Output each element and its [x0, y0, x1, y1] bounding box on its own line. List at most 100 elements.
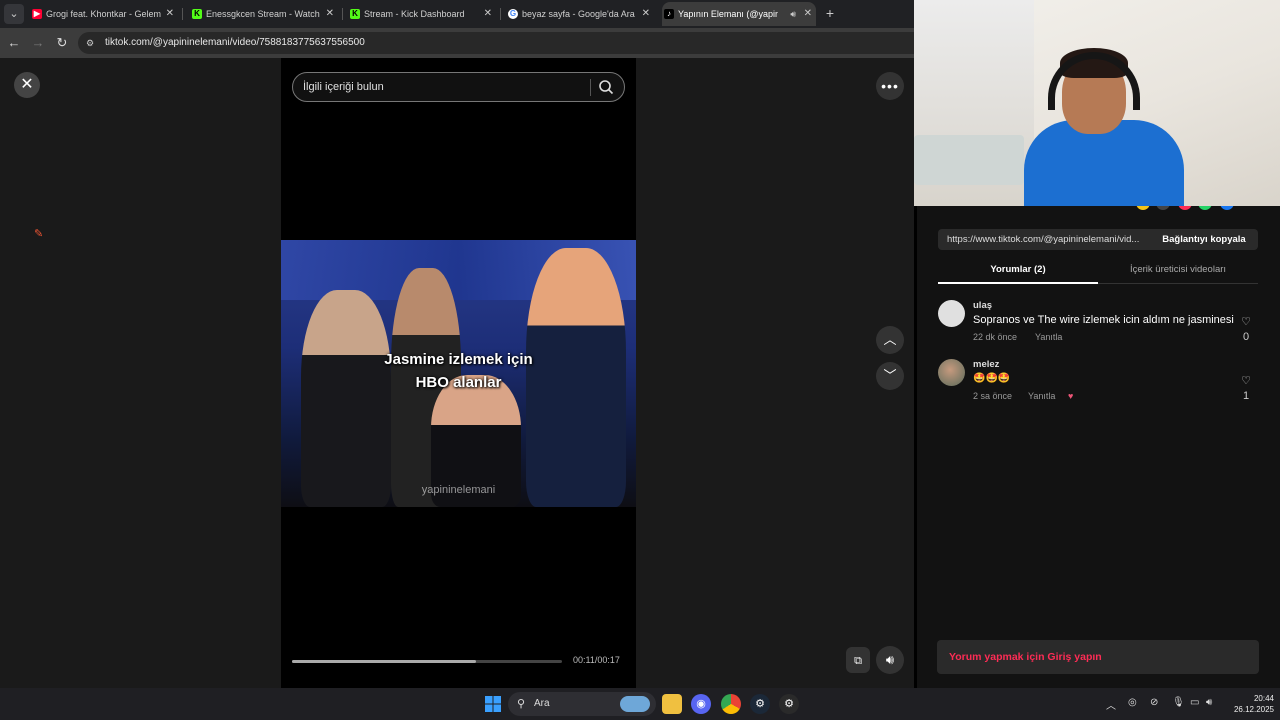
- comment-time: 2 sa önce: [973, 391, 1013, 401]
- creator-liked-icon: ♥: [1068, 391, 1074, 401]
- floating-player-button[interactable]: ⧉: [846, 647, 870, 673]
- kick-icon: K: [350, 9, 360, 19]
- comment-text: 🤩🤩🤩: [973, 373, 1011, 384]
- taskbar-clock[interactable]: 20:44 26.12.2025: [1228, 693, 1274, 715]
- reply-button[interactable]: Yanıtla: [1035, 332, 1062, 342]
- search-highlight-icon: [620, 696, 650, 712]
- tab-kick-stream[interactable]: K Enessgkcen Stream - Watch Live ✕: [190, 2, 338, 26]
- search-divider: [590, 79, 591, 96]
- video-column: İlgili içeriği bulun Jasmine izlemek içi…: [281, 58, 636, 688]
- share-link-url[interactable]: https://www.tiktok.com/@yapininelemani/v…: [947, 229, 1152, 250]
- address-bar[interactable]: ⚙ tiktok.com/@yapininelemani/video/75881…: [78, 32, 914, 54]
- comment-like-count: 1: [1242, 390, 1250, 402]
- video-time: 00:11/00:17: [573, 655, 620, 665]
- tiktok-page: ✕ ✎ İlgili içeriği bulun Jasmine izlemek…: [0, 58, 914, 688]
- close-tab-icon[interactable]: ✕: [326, 2, 334, 26]
- close-tab-icon[interactable]: ✕: [804, 2, 812, 26]
- tab-title: Stream - Kick Dashboard: [364, 9, 465, 19]
- video-player[interactable]: Jasmine izlemek için HBO alanlar yapinin…: [281, 240, 636, 507]
- tab-creator-videos[interactable]: İçerik üreticisi videoları: [1098, 258, 1258, 282]
- youtube-icon: ▶: [32, 9, 42, 19]
- tab-tiktok[interactable]: ♪ Yapının Elemanı (@yapininelemani) 🔊︎ ✕: [662, 2, 816, 26]
- taskbar-search-label: Ara: [534, 698, 550, 709]
- previous-video-button[interactable]: ︿: [876, 326, 904, 354]
- browser-toolbar: ← → ↻ ⚙ tiktok.com/@yapininelemani/video…: [0, 28, 914, 58]
- taskbar-search[interactable]: ⚲ Ara: [508, 692, 656, 716]
- speaker-icon[interactable]: 🔊︎: [790, 2, 796, 26]
- tab-youtube[interactable]: ▶ Grogi feat. Khontkar - Gelemem ✕: [30, 2, 178, 26]
- comment-like-count: 0: [1242, 331, 1250, 343]
- close-video-button[interactable]: ✕: [14, 72, 40, 98]
- more-options-button[interactable]: •••: [876, 72, 904, 100]
- tray-network-icon[interactable]: ⊘: [1150, 697, 1158, 708]
- tab-comments[interactable]: Yorumlar (2): [938, 258, 1098, 284]
- video-caption: Jasmine izlemek için HBO alanlar: [281, 348, 636, 394]
- avatar[interactable]: [938, 300, 965, 327]
- discord-icon[interactable]: ◉: [691, 694, 711, 714]
- comment-login-bar[interactable]: Yorum yapmak için Giriş yapın: [937, 640, 1259, 674]
- reload-icon[interactable]: ↻: [52, 33, 72, 53]
- tab-title: Grogi feat. Khontkar - Gelemem: [46, 9, 161, 19]
- tab-google[interactable]: G beyaz sayfa - Google'da Ara ✕: [506, 2, 654, 26]
- close-tab-icon[interactable]: ✕: [642, 2, 650, 26]
- caption-line: HBO alanlar: [415, 374, 502, 391]
- video-watermark: yapininelemani: [421, 484, 496, 496]
- site-info-icon[interactable]: ⚙: [86, 37, 98, 49]
- tab-title: beyaz sayfa - Google'da Ara: [522, 9, 635, 19]
- comment-username[interactable]: melez: [973, 359, 999, 370]
- avatar[interactable]: [938, 359, 965, 386]
- tab-separator: [342, 8, 343, 20]
- tray-app-icon[interactable]: ◎: [1128, 697, 1137, 708]
- url-text[interactable]: tiktok.com/@yapininelemani/video/7588183…: [105, 32, 365, 54]
- clock-date: 26.12.2025: [1233, 705, 1274, 714]
- comment-text: Sopranos ve The wire izlemek icin aldım …: [973, 314, 1234, 326]
- back-arrow-icon[interactable]: ←: [4, 33, 24, 53]
- kick-icon: K: [192, 9, 202, 19]
- caption-line: Jasmine izlemek için: [384, 351, 533, 368]
- volume-icon[interactable]: 🔊︎: [1206, 697, 1212, 708]
- comment-item: ulaş Sopranos ve The wire izlemek icin a…: [938, 300, 1258, 355]
- new-tab-button[interactable]: +: [822, 4, 838, 22]
- chrome-icon[interactable]: [721, 694, 741, 714]
- monitor-icon[interactable]: ▭: [1190, 697, 1199, 708]
- search-placeholder: İlgili içeriği bulun: [303, 81, 384, 93]
- file-explorer-icon[interactable]: [662, 694, 682, 714]
- google-icon: G: [508, 9, 518, 19]
- comment-time: 22 dk önce: [973, 332, 1018, 342]
- tab-separator: [182, 8, 183, 20]
- tray-chevron-icon[interactable]: ︿: [1106, 697, 1116, 712]
- comment-item: melez 🤩🤩🤩 2 sa önce Yanıtla ♥ ♡ 1: [938, 359, 1258, 414]
- video-figure: [301, 290, 391, 507]
- next-video-button[interactable]: ﹀: [876, 362, 904, 390]
- video-progress-bar[interactable]: [292, 660, 562, 663]
- tiktok-icon: ♪: [664, 9, 674, 19]
- tab-kick-dashboard[interactable]: K Stream - Kick Dashboard ✕: [348, 2, 496, 26]
- login-prompt[interactable]: Yorum yapmak için Giriş yapın: [949, 640, 1102, 674]
- search-icon[interactable]: [598, 79, 614, 95]
- heart-outline-icon[interactable]: ♡: [1236, 315, 1256, 328]
- settings-app-icon[interactable]: ⚙: [779, 694, 799, 714]
- tab-separator: [500, 8, 501, 20]
- panel-tabs: Yorumlar (2) İçerik üreticisi videoları: [938, 258, 1258, 284]
- webcam-overlay: [914, 0, 1280, 206]
- search-icon: ⚲: [517, 698, 526, 710]
- steam-icon[interactable]: ⚙: [750, 694, 770, 714]
- share-link-row: https://www.tiktok.com/@yapininelemani/v…: [938, 229, 1258, 250]
- related-search-input[interactable]: İlgili içeriği bulun: [292, 72, 625, 102]
- microphone-icon[interactable]: 🎙︎: [1172, 697, 1185, 708]
- pen-icon: ✎: [34, 228, 44, 240]
- progress-fill: [292, 660, 476, 663]
- windows-start-icon[interactable]: [483, 694, 503, 714]
- forward-arrow-icon[interactable]: →: [28, 33, 48, 53]
- close-tab-icon[interactable]: ✕: [166, 2, 174, 26]
- tab-search-button[interactable]: ⌄: [4, 4, 24, 24]
- copy-link-button[interactable]: Bağlantıyı kopyala: [1150, 229, 1258, 250]
- webcam-bed: [914, 135, 1024, 185]
- heart-outline-icon[interactable]: ♡: [1236, 374, 1256, 387]
- tab-title: Enessgkcen Stream - Watch Live: [206, 9, 321, 19]
- taskbar: ⚲ Ara ◉ ⚙ ⚙ ︿ ◎ ⊘ 🎙︎ ▭ 🔊︎ 20:44 26.12.20…: [0, 688, 1280, 720]
- volume-button[interactable]: 🔊︎: [876, 646, 904, 674]
- comment-username[interactable]: ulaş: [973, 300, 992, 311]
- close-tab-icon[interactable]: ✕: [484, 2, 492, 26]
- reply-button[interactable]: Yanıtla: [1028, 391, 1055, 401]
